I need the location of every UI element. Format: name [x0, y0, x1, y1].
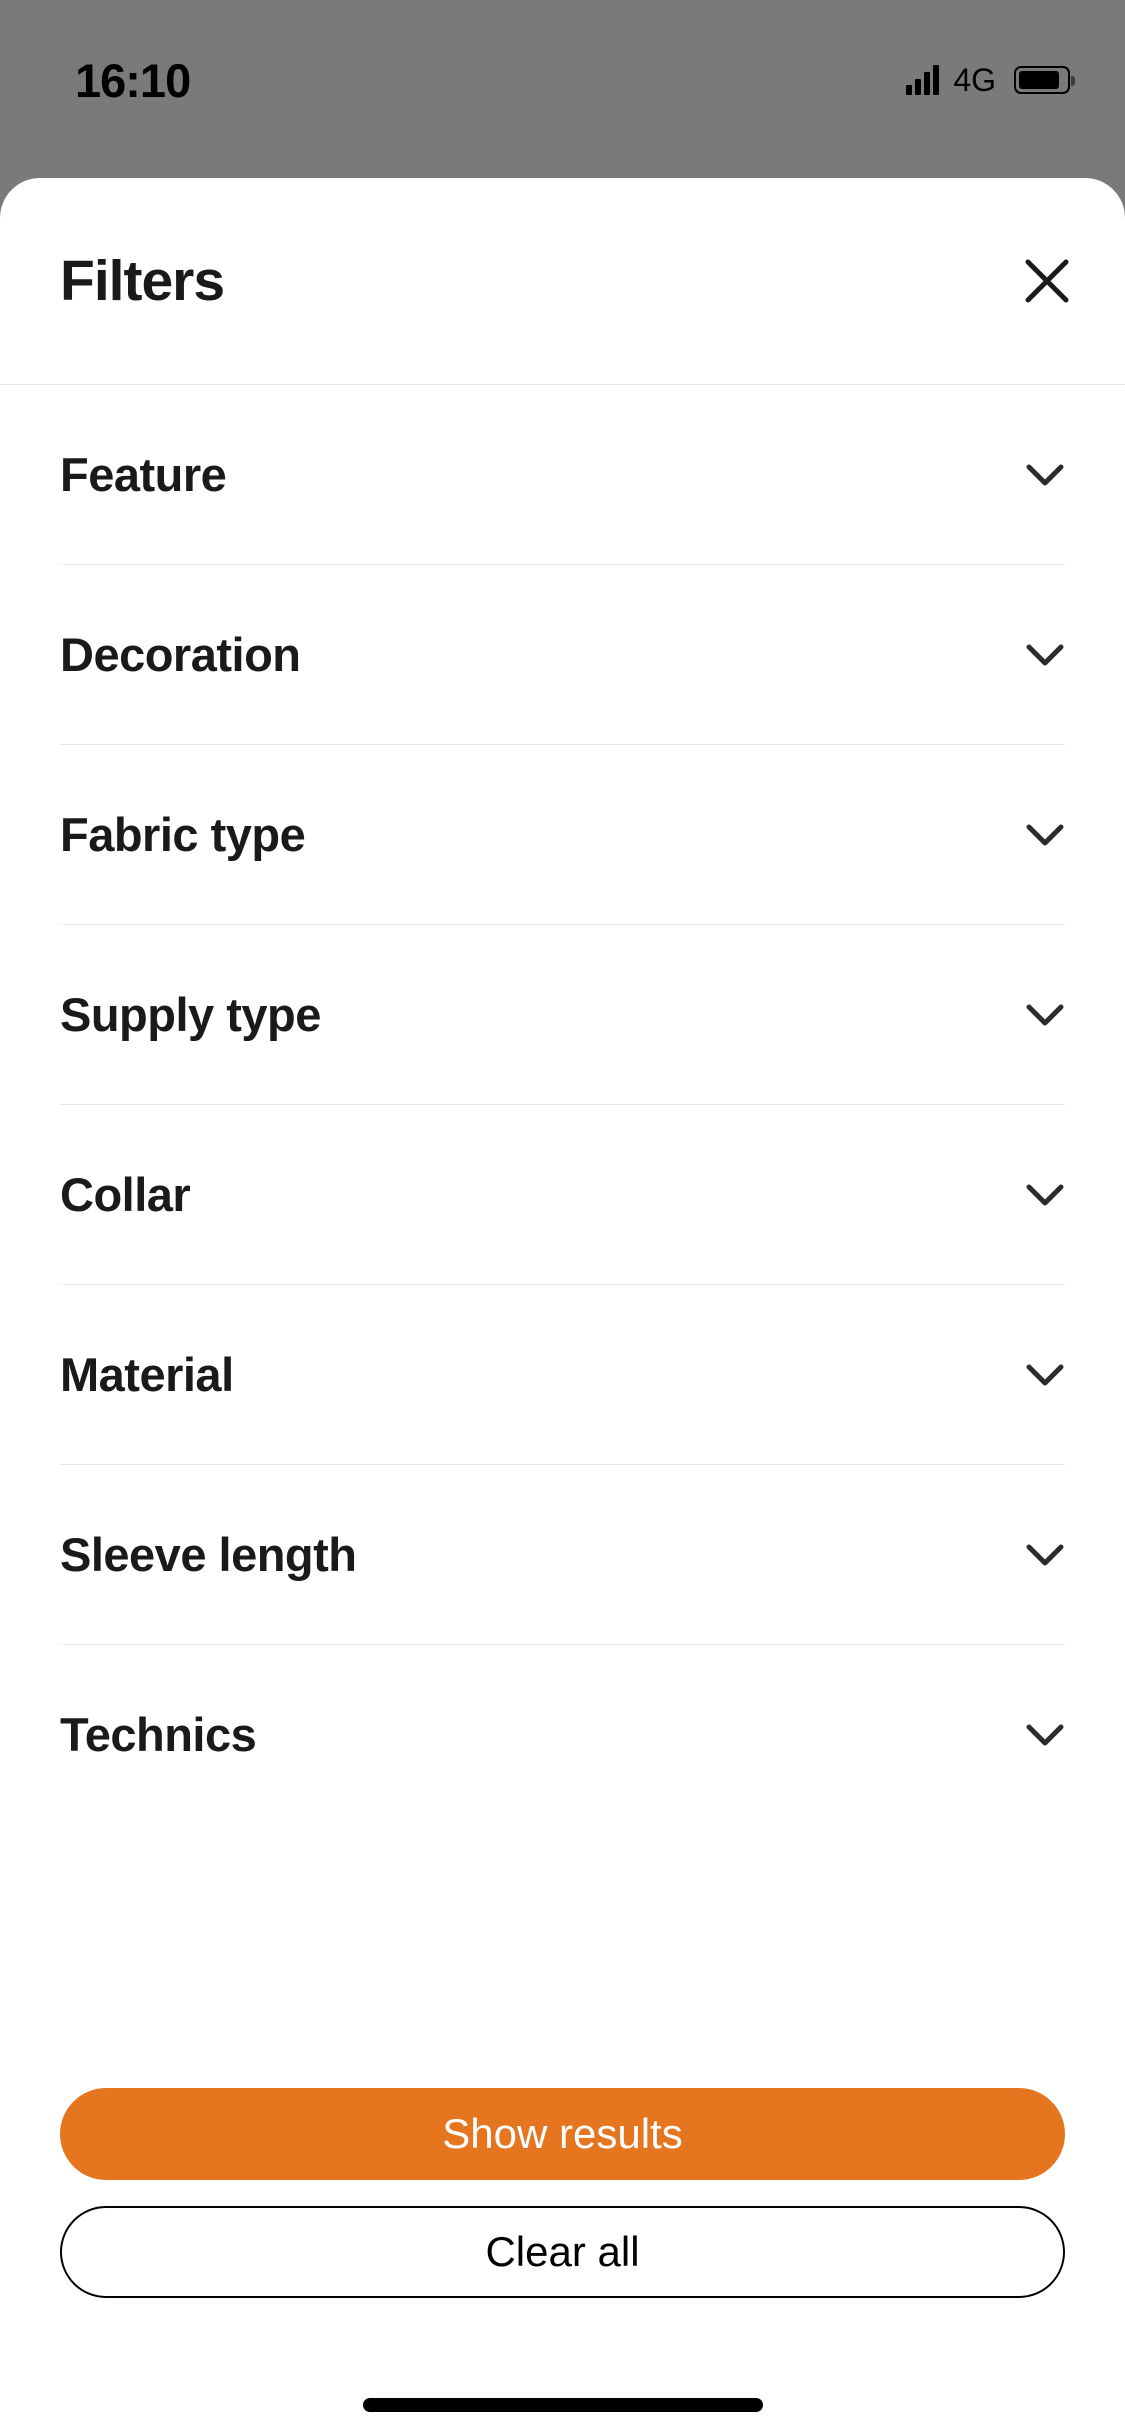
- filter-row-collar[interactable]: Collar: [60, 1105, 1065, 1285]
- filter-row-material[interactable]: Material: [60, 1285, 1065, 1465]
- filter-label: Supply type: [60, 987, 321, 1042]
- sheet-header: Filters: [0, 178, 1125, 385]
- filter-label: Decoration: [60, 627, 301, 682]
- filter-label: Collar: [60, 1167, 190, 1222]
- filter-row-sleeve-length[interactable]: Sleeve length: [60, 1465, 1065, 1645]
- chevron-down-icon: [1025, 1183, 1065, 1207]
- chevron-down-icon: [1025, 1363, 1065, 1387]
- signal-icon: [906, 65, 939, 95]
- filter-label: Fabric type: [60, 807, 305, 862]
- chevron-down-icon: [1025, 643, 1065, 667]
- show-results-button[interactable]: Show results: [60, 2088, 1065, 2180]
- filter-label: Technics: [60, 1707, 256, 1762]
- chevron-down-icon: [1025, 1543, 1065, 1567]
- filter-label: Sleeve length: [60, 1527, 357, 1582]
- chevron-down-icon: [1025, 823, 1065, 847]
- battery-icon: [1014, 66, 1070, 94]
- chevron-down-icon: [1025, 1003, 1065, 1027]
- filter-row-supply-type[interactable]: Supply type: [60, 925, 1065, 1105]
- filter-row-technics[interactable]: Technics: [60, 1645, 1065, 1824]
- filter-row-feature[interactable]: Feature: [60, 385, 1065, 565]
- network-type: 4G: [953, 62, 996, 99]
- filter-label: Feature: [60, 447, 226, 502]
- chevron-down-icon: [1025, 463, 1065, 487]
- filters-sheet: Filters Feature Decoration Fabric type S…: [0, 178, 1125, 2436]
- status-indicators: 4G: [906, 62, 1070, 99]
- status-bar: 16:10 4G: [0, 0, 1125, 130]
- action-buttons: Show results Clear all: [60, 2088, 1065, 2298]
- filter-row-decoration[interactable]: Decoration: [60, 565, 1065, 745]
- sheet-title: Filters: [60, 248, 224, 314]
- home-indicator[interactable]: [363, 2398, 763, 2412]
- status-time: 16:10: [75, 53, 190, 108]
- filter-row-fabric-type[interactable]: Fabric type: [60, 745, 1065, 925]
- filter-label: Material: [60, 1347, 234, 1402]
- filters-list: Feature Decoration Fabric type Supply ty…: [0, 385, 1125, 1824]
- close-icon[interactable]: [1024, 258, 1070, 304]
- chevron-down-icon: [1025, 1723, 1065, 1747]
- clear-all-button[interactable]: Clear all: [60, 2206, 1065, 2298]
